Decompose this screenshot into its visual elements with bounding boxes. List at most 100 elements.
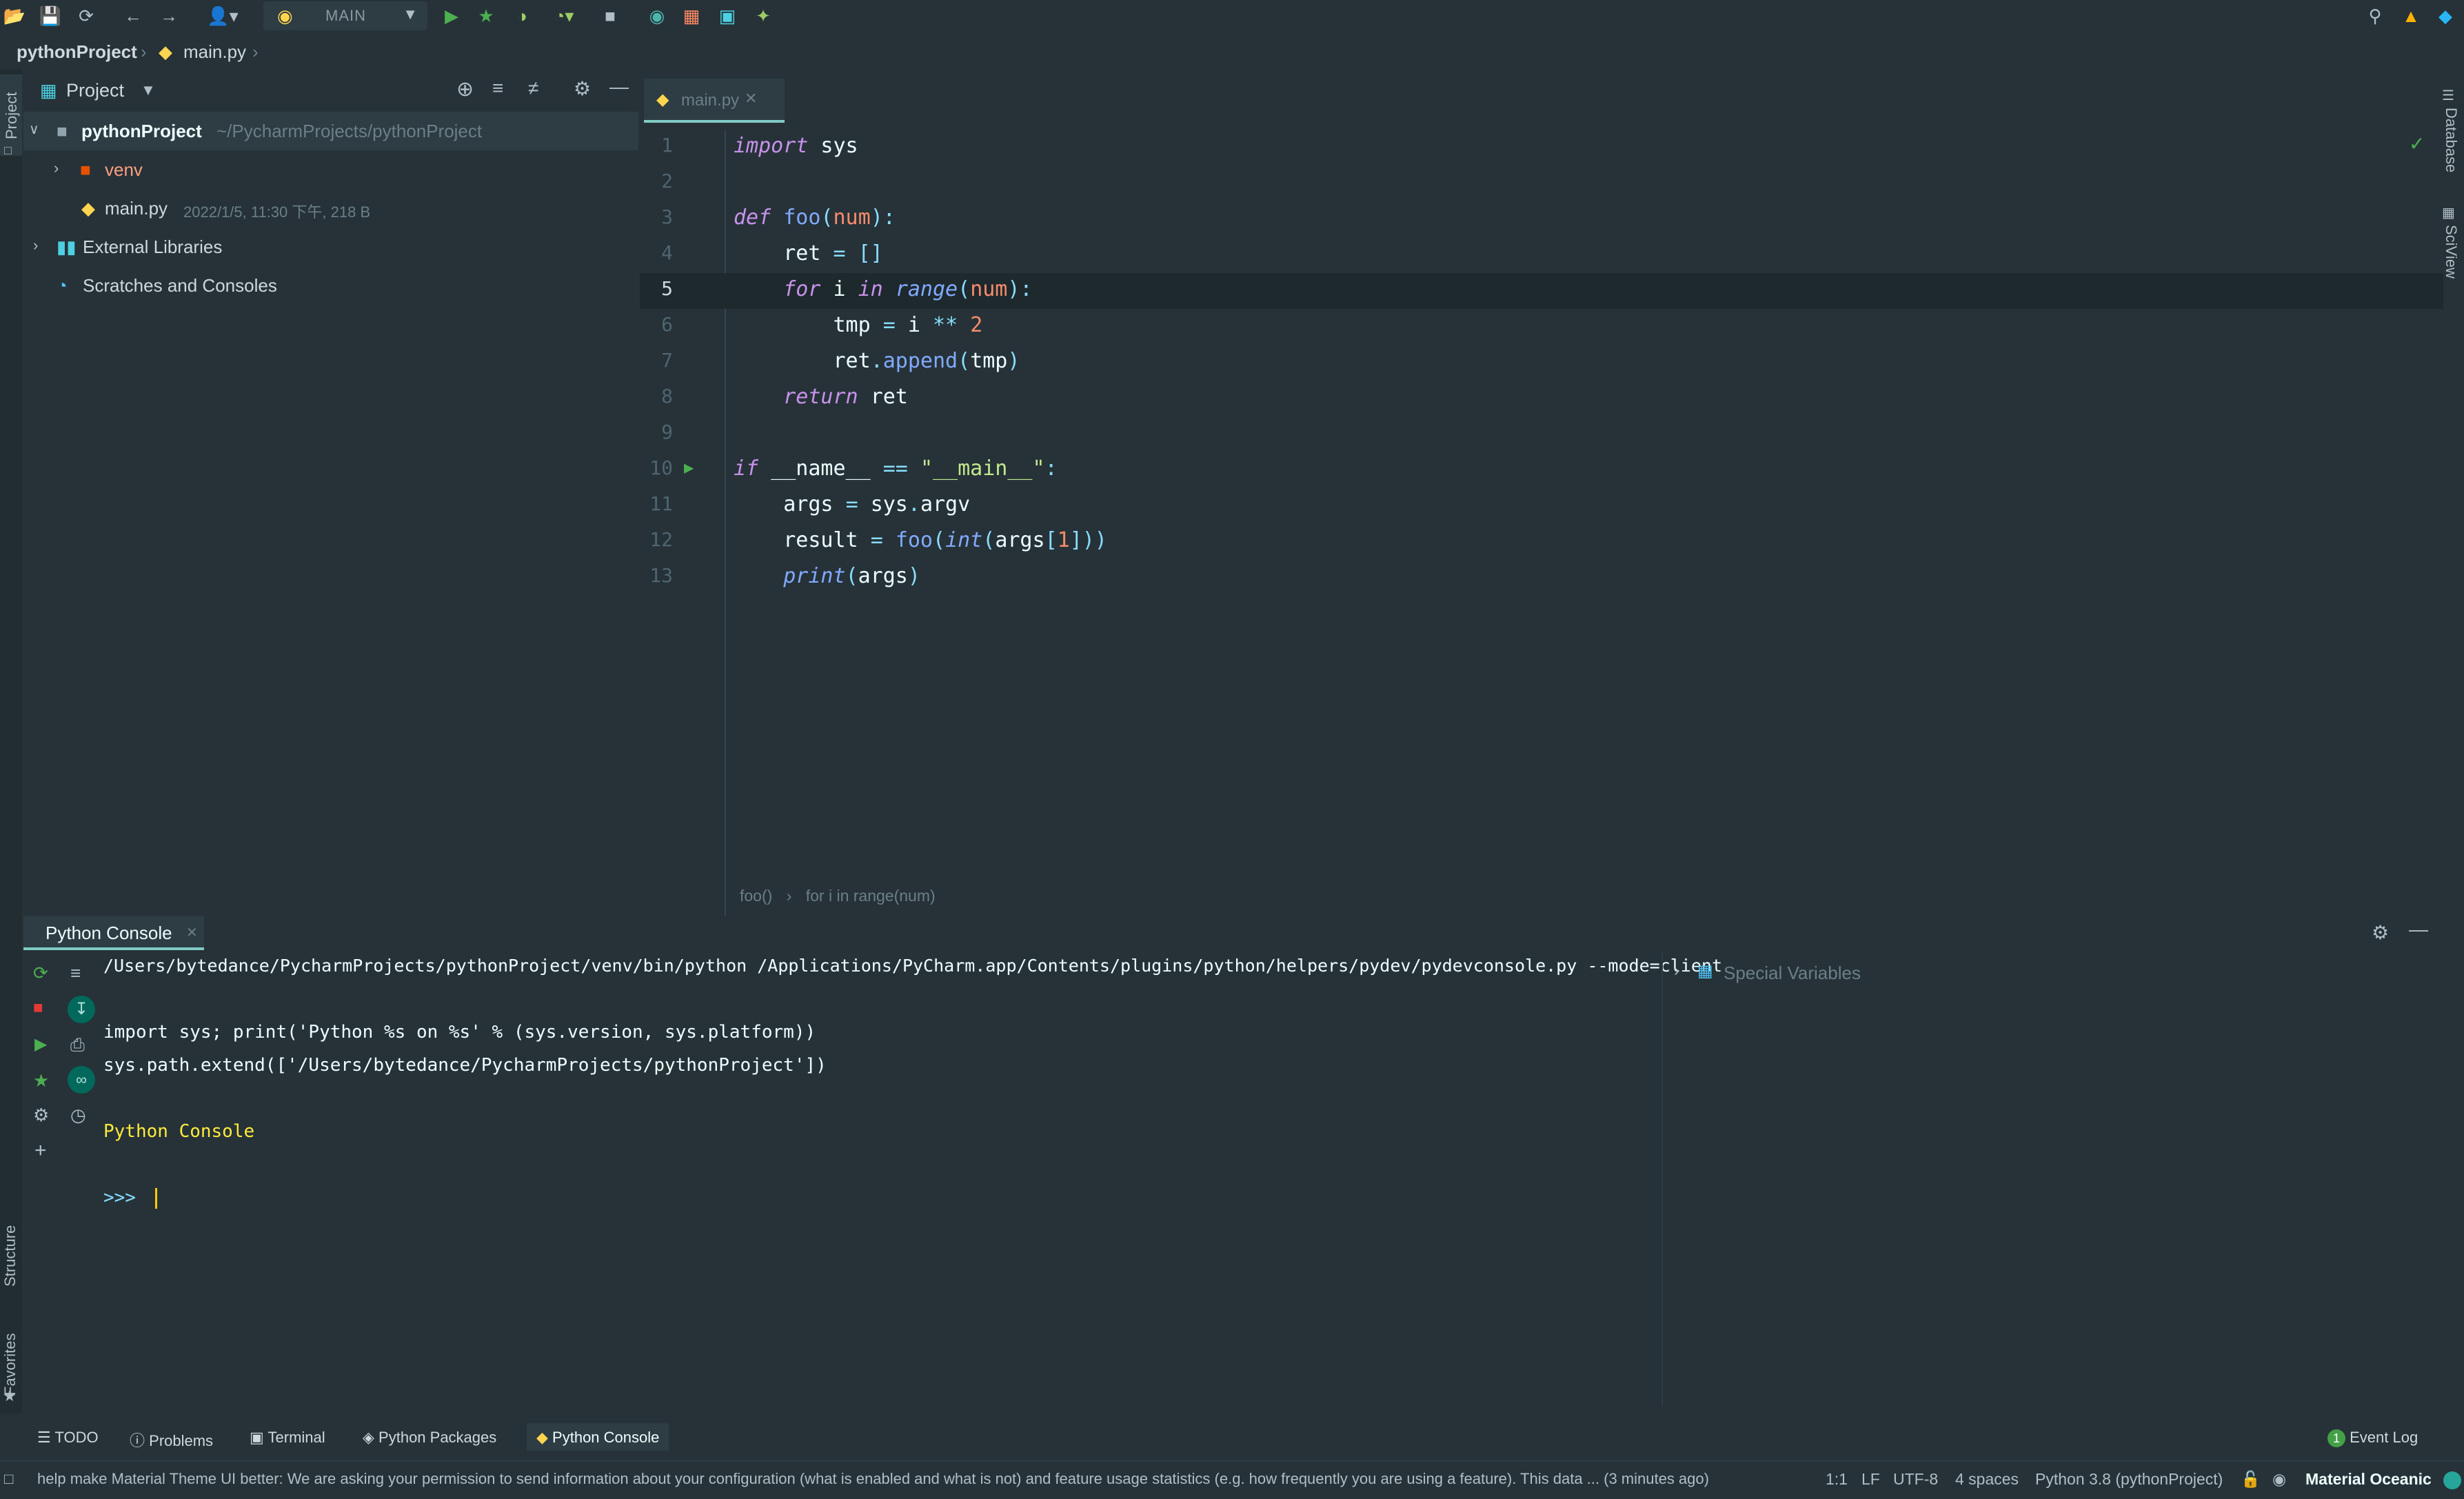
special-variables-node[interactable]: Special Variables — [1724, 963, 1861, 984]
stop-icon[interactable]: ■ — [33, 998, 43, 1018]
database-tool-tab[interactable]: Database — [2442, 108, 2460, 172]
python-interpreter[interactable]: Python 3.8 (pythonProject) — [2035, 1470, 2223, 1489]
tree-item-main-py[interactable]: ◆ main.py 2022/1/5, 11:30 下午, 218 B — [23, 189, 638, 228]
structure-tool-tab[interactable]: Structure — [1, 1225, 19, 1287]
terminal-icon: ▣ — [250, 1429, 264, 1446]
console-path-line: sys.path.extend(['/Users/bytedance/Pycha… — [103, 1055, 827, 1076]
layout-icon[interactable]: ▦ — [680, 4, 703, 28]
sciview-tool-tab[interactable]: SciView — [2442, 225, 2460, 279]
user-dropdown-icon[interactable]: 👤▾ — [204, 4, 241, 28]
sciview-icon: ▦ — [2442, 205, 2455, 221]
code-editor[interactable]: ◆ main.py ✕ 1 import sys 2 3 def foo(num… — [640, 69, 2443, 950]
profile-dropdown-icon[interactable]: ◔▾ — [546, 4, 582, 28]
minimize-icon[interactable]: — — [609, 76, 629, 98]
tab-problems[interactable]: ⓘ Problems — [130, 1423, 213, 1451]
project-tool-tab[interactable]: Project □ — [0, 74, 22, 157]
jetbrains-logo-icon[interactable]: ◆ — [2434, 4, 2457, 28]
plugin-icon[interactable]: ✦ — [751, 4, 775, 28]
add-console-icon[interactable]: + — [34, 1139, 47, 1163]
debug-icon[interactable]: ★ — [33, 1070, 49, 1091]
console-banner: Python Console — [103, 1121, 255, 1142]
variables-panel: › ▦ Special Variables — [1662, 952, 2464, 1407]
execute-icon[interactable]: ▶ — [34, 1034, 47, 1054]
open-folder-icon[interactable]: 📂 — [3, 4, 26, 28]
caret-position[interactable]: 1:1 — [1826, 1470, 1848, 1489]
project-tool-label: Project — [3, 92, 20, 139]
inspection-icon[interactable]: ◉ — [2272, 1470, 2286, 1489]
console-header: Python Console ✕ ⚙ — — [23, 916, 2464, 952]
soft-wrap-icon[interactable]: ≡ — [70, 963, 81, 984]
settings-icon[interactable]: ⚙ — [33, 1105, 49, 1126]
file-encoding[interactable]: UTF-8 — [1893, 1470, 1938, 1489]
close-icon[interactable]: ✕ — [186, 924, 198, 941]
history-icon[interactable]: ◷ — [70, 1105, 86, 1126]
tab-main-py[interactable]: ◆ main.py ✕ — [644, 79, 785, 123]
tab-label: main.py — [681, 91, 740, 110]
update-icon[interactable]: ▲ — [2399, 4, 2423, 28]
favorites-tool-tab[interactable]: Favorites — [1, 1334, 19, 1396]
tab-todo[interactable]: ☰ TODO — [37, 1423, 99, 1451]
tab-python-console-active[interactable]: ◆ Python Console — [527, 1423, 669, 1451]
chevron-right-icon[interactable]: › — [54, 159, 59, 177]
python-file-icon: ◆ — [81, 198, 95, 219]
crumb-function[interactable]: foo() — [740, 887, 772, 905]
tab-python-console[interactable]: Python Console ✕ — [23, 916, 204, 950]
run-coverage-icon[interactable]: ◑ — [510, 4, 534, 28]
sciview-icon[interactable]: ▣ — [716, 4, 739, 28]
search-everywhere-icon[interactable]: ◉ — [645, 4, 669, 28]
tree-item-scratches[interactable]: ◔ Scratches and Consoles — [23, 266, 638, 305]
collapse-all-icon[interactable]: ≠ — [528, 77, 538, 99]
tab-event-log[interactable]: 1 Event Log — [2327, 1423, 2418, 1451]
debug-icon[interactable]: ★ — [474, 4, 498, 28]
run-configuration-selector[interactable]: ◉ MAIN ▼ — [263, 1, 427, 30]
locate-file-icon[interactable]: ⊕ — [456, 77, 474, 101]
panel-toggle-icon[interactable]: □ — [4, 1470, 13, 1488]
expand-all-icon[interactable]: ≡ — [492, 77, 503, 99]
status-message[interactable]: help make Material Theme UI better: We a… — [37, 1470, 1709, 1488]
folder-icon: □ — [4, 143, 12, 157]
console-command-line: /Users/bytedance/PycharmProjects/pythonP… — [103, 956, 1722, 976]
breadcrumb-file[interactable]: main.py — [183, 41, 246, 63]
line-number: 10 — [649, 456, 673, 479]
breadcrumb-project[interactable]: pythonProject — [17, 41, 137, 63]
gear-icon[interactable]: ⚙ — [574, 77, 591, 100]
rerun-icon[interactable]: ⟳ — [33, 963, 48, 984]
forward-arrow-icon[interactable]: → — [157, 4, 181, 28]
theme-name[interactable]: Material Oceanic — [2305, 1470, 2432, 1489]
print-icon[interactable]: ⎙ — [70, 1034, 85, 1056]
line-separator[interactable]: LF — [1861, 1470, 1880, 1489]
back-arrow-icon[interactable]: ← — [121, 4, 145, 28]
stop-icon[interactable]: ■ — [598, 4, 622, 28]
code-line-1: 1 import sys — [640, 130, 2443, 165]
tree-item-external-libraries[interactable]: › ▮▮ External Libraries — [23, 228, 638, 266]
tab-terminal[interactable]: ▣ Terminal — [250, 1423, 325, 1451]
scroll-to-end-icon[interactable]: ↧ — [68, 996, 95, 1023]
tree-item-venv[interactable]: › ■ venv — [23, 150, 638, 189]
chevron-right-icon: › — [252, 41, 259, 62]
lock-icon[interactable]: 🔓 — [2241, 1470, 2261, 1489]
chevron-right-icon[interactable]: › — [33, 237, 38, 254]
tab-python-packages[interactable]: ◈ Python Packages — [363, 1423, 496, 1451]
show-variables-icon[interactable]: ∞ — [68, 1066, 95, 1094]
console-prompt-line[interactable]: >>> — [103, 1187, 157, 1209]
gear-icon[interactable]: ⚙ — [2372, 921, 2389, 944]
console-import-line: import sys; print('Python %s on %s' % (s… — [103, 1022, 816, 1043]
line-number: 13 — [649, 564, 673, 587]
chevron-down-icon[interactable]: ∨ — [29, 121, 39, 138]
minimize-icon[interactable]: — — [2409, 918, 2428, 940]
crumb-loop[interactable]: for i in range(num) — [806, 887, 936, 905]
line-number: 3 — [661, 205, 673, 228]
right-tool-strip: ☰ Database ▦ SciView — [2438, 69, 2464, 914]
run-icon[interactable]: ▶ — [440, 4, 463, 28]
folder-icon: ■ — [57, 121, 68, 141]
save-icon[interactable]: 💾 — [39, 4, 62, 28]
search-icon[interactable]: ⚲ — [2363, 4, 2387, 28]
tree-item-project-root[interactable]: ∨ ■ pythonProject ~/PycharmProjects/pyth… — [23, 112, 638, 150]
chevron-right-icon[interactable]: › — [1674, 961, 1679, 980]
project-view-title[interactable]: Project — [66, 80, 124, 101]
run-gutter-icon[interactable]: ▶ — [684, 458, 694, 477]
chevron-down-icon[interactable]: ▼ — [141, 81, 156, 99]
close-icon[interactable]: ✕ — [745, 90, 757, 108]
indent-setting[interactable]: 4 spaces — [1955, 1470, 2019, 1489]
sync-icon[interactable]: ⟳ — [74, 4, 98, 28]
